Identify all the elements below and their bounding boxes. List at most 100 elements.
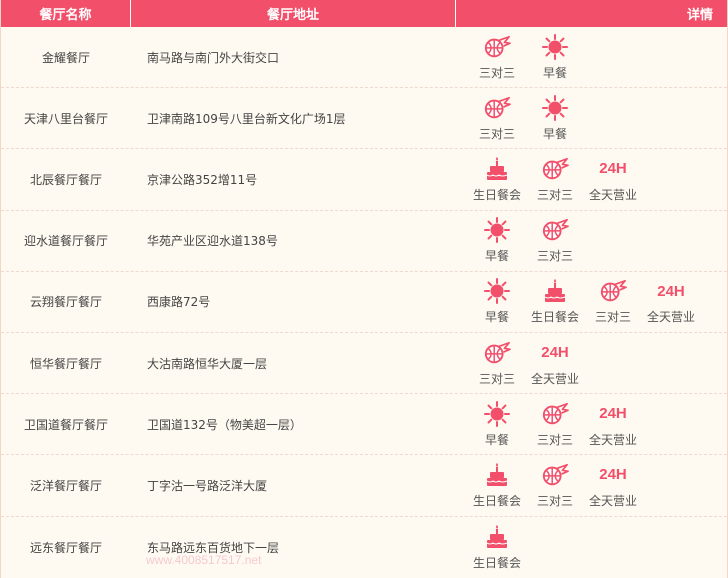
feature-breakfast: 早餐: [468, 273, 526, 331]
feature-label: 全天营业: [530, 371, 579, 386]
restaurant-address: 东马路远东百货地下一层: [147, 540, 280, 555]
feature-list: 三对三 24H 全天营业: [456, 333, 727, 393]
feature-birthday: 生日餐会: [468, 518, 526, 576]
table-row: 迎水道餐厅餐厅 华苑产业区迎水道138号早餐 三对三: [1, 211, 727, 272]
basketball-icon: [483, 95, 511, 121]
restaurant-address: 卫津南路109号八里台新文化广场1层: [147, 111, 346, 126]
restaurant-address: 大沽南路恒华大厦一层: [147, 356, 268, 371]
feature-label: 早餐: [484, 249, 509, 264]
restaurant-name: 金耀餐厅: [41, 50, 90, 65]
feature-sanduisan: 三对三: [584, 273, 642, 331]
24h-badge: 24H: [541, 344, 569, 362]
restaurant-address: 丁字沽一号路泛洋大厦: [147, 478, 268, 493]
24h-badge: 24H: [599, 160, 627, 178]
feature-label: 三对三: [594, 310, 631, 325]
24h-icon: 24H: [599, 156, 627, 182]
feature-label: 生日餐会: [472, 187, 521, 202]
table-body: 金耀餐厅 南马路与南门外大街交口 三对三 早餐天津八里台餐厅 卫津南路109号八里台新…: [1, 27, 727, 578]
sun-icon: [541, 94, 569, 121]
24h-badge: 24H: [657, 282, 685, 300]
table-row: 卫国道餐厅餐厅 卫国道132号（物美超一层） 早餐 三对三 24H 全天营业: [1, 394, 727, 456]
24h-icon: 24H: [599, 462, 627, 488]
basketball-icon: [541, 401, 569, 427]
restaurant-name: 云翔餐厅餐厅: [29, 295, 102, 310]
restaurant-name: 远东餐厅餐厅: [29, 540, 102, 555]
basketball-icon: [541, 156, 569, 182]
feature-label: 全天营业: [588, 187, 637, 202]
sun-icon: [483, 278, 511, 305]
feature-label: 三对三: [536, 187, 573, 202]
cake-icon: [483, 156, 511, 182]
24h-icon: 24H: [599, 401, 627, 427]
restaurant-address: 华苑产业区迎水道138号: [147, 234, 278, 249]
feature-sanduisan: 三对三: [468, 28, 526, 86]
sun-icon: [483, 400, 511, 427]
feature-label: 三对三: [478, 371, 515, 386]
feature-list: 生日餐会: [456, 517, 727, 578]
header-detail: 详情: [686, 8, 713, 23]
cake-icon: [483, 462, 511, 488]
feature-label: 全天营业: [588, 493, 637, 508]
24h-badge: 24H: [599, 405, 627, 423]
cake-icon: [483, 524, 511, 550]
feature-sanduisan: 三对三: [526, 150, 584, 208]
watermark: www.4008517517.net: [146, 553, 262, 567]
basketball-icon: [483, 340, 511, 366]
feature-label: 生日餐会: [472, 493, 521, 508]
table-row: 北辰餐厅餐厅 京津公路352增11号 生日餐会 三对三 24H 全天营业: [1, 149, 727, 211]
feature-label: 生日餐会: [472, 555, 521, 570]
feature-sanduisan: 三对三: [526, 456, 584, 514]
feature-label: 全天营业: [588, 432, 637, 447]
feature-label: 三对三: [536, 249, 573, 264]
basketball-icon: [483, 34, 511, 60]
table-row: 恒华餐厅餐厅 大沽南路恒华大厦一层 三对三 24H 全天营业: [1, 333, 727, 395]
table-row: 天津八里台餐厅 卫津南路109号八里台新文化广场1层 三对三 早餐: [1, 88, 727, 150]
feature-birthday: 生日餐会: [468, 456, 526, 514]
restaurant-address: 京津公路352增11号: [147, 172, 258, 187]
table-row: 远东餐厅餐厅 东马路远东百货地下一层 生日餐会: [1, 517, 727, 578]
cake-icon: [541, 278, 569, 304]
table-row: 泛洋餐厅餐厅 丁字沽一号路泛洋大厦 生日餐会 三对三 24H 全天营业: [1, 455, 727, 517]
feature-allday: 24H 全天营业: [584, 150, 642, 208]
sun-icon: [541, 33, 569, 60]
feature-label: 早餐: [542, 126, 567, 141]
feature-breakfast: 早餐: [468, 395, 526, 453]
24h-badge: 24H: [599, 466, 627, 484]
feature-list: 早餐 生日餐会 三对三 24H 全天营业: [456, 272, 727, 332]
restaurant-name: 卫国道餐厅餐厅: [23, 417, 108, 432]
feature-label: 全天营业: [646, 310, 695, 325]
feature-allday: 24H 全天营业: [584, 395, 642, 453]
feature-sanduisan: 三对三: [526, 395, 584, 453]
feature-breakfast: 早餐: [526, 89, 584, 147]
feature-allday: 24H 全天营业: [584, 456, 642, 514]
basketball-icon: [599, 278, 627, 304]
feature-list: 早餐 三对三 24H 全天营业: [456, 394, 727, 454]
sun-icon: [483, 217, 511, 244]
feature-label: 早餐: [484, 432, 509, 447]
restaurant-name: 天津八里台餐厅: [23, 111, 108, 126]
feature-list: 三对三 早餐: [456, 27, 727, 87]
feature-allday: 24H 全天营业: [642, 273, 700, 331]
feature-label: 三对三: [536, 493, 573, 508]
restaurant-table: 餐厅名称 餐厅地址 详情 金耀餐厅 南马路与南门外大街交口 三对三 早餐 天津八里台餐…: [0, 0, 728, 578]
feature-list: 生日餐会 三对三 24H 全天营业: [456, 149, 727, 209]
feature-list: 三对三 早餐: [456, 88, 727, 148]
header-name: 餐厅名称: [1, 0, 131, 27]
header-address: 餐厅地址: [131, 0, 456, 27]
feature-list: 生日餐会 三对三 24H 全天营业: [456, 455, 727, 515]
feature-label: 早餐: [484, 310, 509, 325]
basketball-icon: [541, 462, 569, 488]
feature-birthday: 生日餐会: [526, 273, 584, 331]
restaurant-address: 卫国道132号（物美超一层）: [147, 417, 302, 432]
feature-breakfast: 早餐: [526, 28, 584, 86]
feature-sanduisan: 三对三: [468, 334, 526, 392]
table-row: 金耀餐厅 南马路与南门外大街交口 三对三 早餐: [1, 27, 727, 89]
feature-breakfast: 早餐: [468, 212, 526, 270]
feature-label: 三对三: [478, 65, 515, 80]
restaurant-address: 西康路72号: [147, 295, 211, 310]
restaurant-name: 泛洋餐厅餐厅: [29, 478, 102, 493]
restaurant-name: 迎水道餐厅餐厅: [23, 234, 108, 249]
feature-allday: 24H 全天营业: [526, 334, 584, 392]
feature-label: 生日餐会: [530, 310, 579, 325]
basketball-icon: [541, 217, 569, 243]
